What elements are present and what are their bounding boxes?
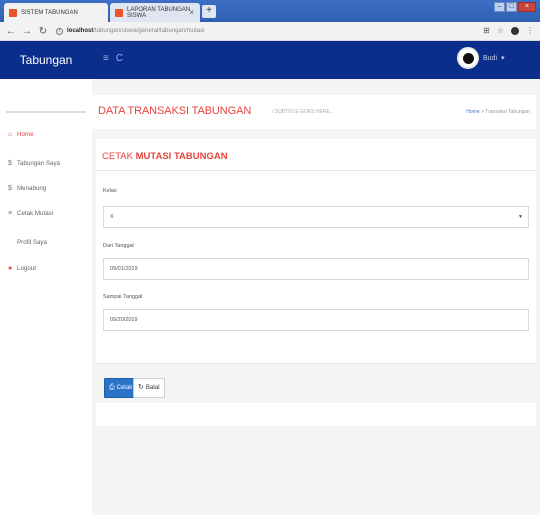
brand-title[interactable]: Tabungan	[0, 41, 92, 79]
batal-label: Batal	[145, 385, 160, 391]
back-icon[interactable]: ←	[6, 26, 16, 37]
tab-close-icon[interactable]: ×	[189, 8, 194, 17]
cetak-label: Cetak	[116, 385, 133, 391]
sidebar-item-label: Profil Saya	[17, 239, 47, 246]
browser-tab-title: SISTEM TABUNGAN	[21, 9, 78, 16]
browser-tab-laporan[interactable]: LAPORAN TABUNGAN SISWA ×	[110, 3, 200, 22]
sidebar-item-menabung[interactable]: $ Menabung	[8, 185, 46, 192]
home-icon: ⌂	[8, 131, 13, 138]
favicon-icon	[115, 8, 123, 17]
favicon-icon	[9, 8, 17, 17]
sidebar-item-logout[interactable]: ● Logout	[8, 265, 36, 272]
power-icon: ●	[8, 265, 13, 272]
sidebar-item-label: Logout	[17, 265, 36, 272]
browser-tab-sistem-tabungan[interactable]: SISTEM TABUNGAN	[4, 3, 108, 22]
sidebar: ⌂ Home $ Tabungan Saya $ Menabung ≡ Ceta…	[0, 79, 92, 515]
new-tab-button[interactable]: +	[202, 5, 216, 18]
sidebar-item-label: Tabungan Saya	[17, 160, 61, 167]
url-host: localhost	[67, 28, 94, 34]
maximize-icon[interactable]: □	[506, 2, 517, 12]
card-title: CETAK MUTASI TABUNGAN	[102, 151, 228, 162]
kelas-value: X	[110, 214, 114, 220]
batal-button[interactable]: ↻ Batal	[133, 378, 165, 398]
translate-icon[interactable]: ⊞	[483, 26, 490, 35]
card-title-bold: MUTASI TABUNGAN	[135, 151, 228, 162]
dollar-icon: $	[8, 160, 12, 167]
refresh-icon: ↻	[138, 384, 144, 391]
dari-tanggal-value: 09/01/2019	[110, 266, 138, 272]
breadcrumb-home-link[interactable]: Home	[466, 109, 479, 115]
breadcrumb: Home > Transaksi Tabungan	[466, 109, 530, 115]
form-actions: ⎙ Cetak ↻ Batal	[96, 363, 536, 403]
caret-down-icon: ▼	[518, 214, 523, 220]
sampai-tanggal-input[interactable]: 09/20/2019	[103, 309, 529, 331]
breadcrumb-current: Transaksi Tabungan	[485, 109, 530, 115]
avatar[interactable]	[457, 47, 479, 69]
divider	[96, 170, 536, 171]
hamburger-menu-icon[interactable]: ≡	[103, 53, 109, 64]
kelas-select[interactable]: X ▼	[103, 206, 529, 228]
reload-icon[interactable]: ↻	[38, 26, 48, 37]
browser-actions: ⊞ ☆ ⋮	[483, 26, 534, 35]
sidebar-item-cetak-mutasi[interactable]: ≡ Cetak Mutasi	[8, 210, 53, 217]
page-header: DATA TRANSAKSI TABUNGAN / SUBTITLE GOES …	[92, 95, 536, 129]
minimize-icon[interactable]: –	[494, 2, 505, 12]
sampai-tanggal-value: 09/20/2019	[110, 317, 138, 323]
card-title-prefix: CETAK	[102, 151, 136, 162]
browser-tab-title: LAPORAN TABUNGAN SISWA	[127, 6, 191, 19]
bookmark-star-icon[interactable]: ☆	[497, 26, 504, 35]
user-name: Budi	[483, 54, 498, 62]
caret-down-icon: ▾	[501, 55, 505, 62]
user-menu[interactable]: Budi ▾	[457, 47, 505, 69]
dari-tanggal-label: Dari Tanggal	[103, 243, 134, 249]
menu-dots-icon[interactable]: ⋮	[526, 26, 534, 35]
breadcrumb-separator: >	[481, 109, 484, 115]
sidebar-item-label: Menabung	[17, 185, 47, 192]
browser-tab-bar: SISTEM TABUNGAN LAPORAN TABUNGAN SISWA ×…	[0, 0, 540, 22]
print-icon: ⎙	[109, 384, 115, 391]
app-header: Tabungan ≡ C Budi ▾	[0, 41, 540, 79]
sidebar-item-label: Cetak Mutasi	[17, 210, 54, 217]
sidebar-item-label: Home	[17, 131, 34, 138]
page-subtitle: / SUBTITLE GOES HERE...	[272, 109, 334, 115]
sidebar-item-home[interactable]: ⌂ Home	[8, 131, 34, 138]
url-field[interactable]: i localhost /tabungan/siswa/general/tabu…	[56, 27, 205, 35]
sidebar-item-profil-saya[interactable]: Profil Saya	[8, 239, 47, 246]
address-bar: ← → ↻ i localhost /tabungan/siswa/genera…	[0, 22, 540, 41]
kelas-label: Kelas	[103, 188, 117, 194]
page-title: DATA TRANSAKSI TABUNGAN	[98, 105, 252, 117]
refresh-icon[interactable]: C	[116, 53, 123, 64]
dari-tanggal-input[interactable]: 09/01/2019	[103, 258, 529, 280]
sidebar-item-tabungan-saya[interactable]: $ Tabungan Saya	[8, 160, 60, 167]
forward-icon[interactable]: →	[22, 26, 32, 37]
list-icon: ≡	[8, 210, 13, 217]
info-icon[interactable]: i	[56, 27, 63, 35]
url-path: /tabungan/siswa/general/tabungan/mutasi	[93, 28, 205, 34]
sampai-tanggal-label: Sampai Tanggal	[103, 294, 143, 300]
window-controls: – □ ×	[493, 2, 536, 12]
main-content: DATA TRANSAKSI TABUNGAN / SUBTITLE GOES …	[92, 79, 540, 515]
window-close-icon[interactable]: ×	[518, 2, 536, 12]
dollar-icon: $	[8, 185, 12, 192]
header-tools: ≡ C	[103, 53, 123, 64]
extension-icon[interactable]	[511, 27, 519, 35]
sidebar-search-divider	[6, 111, 86, 113]
